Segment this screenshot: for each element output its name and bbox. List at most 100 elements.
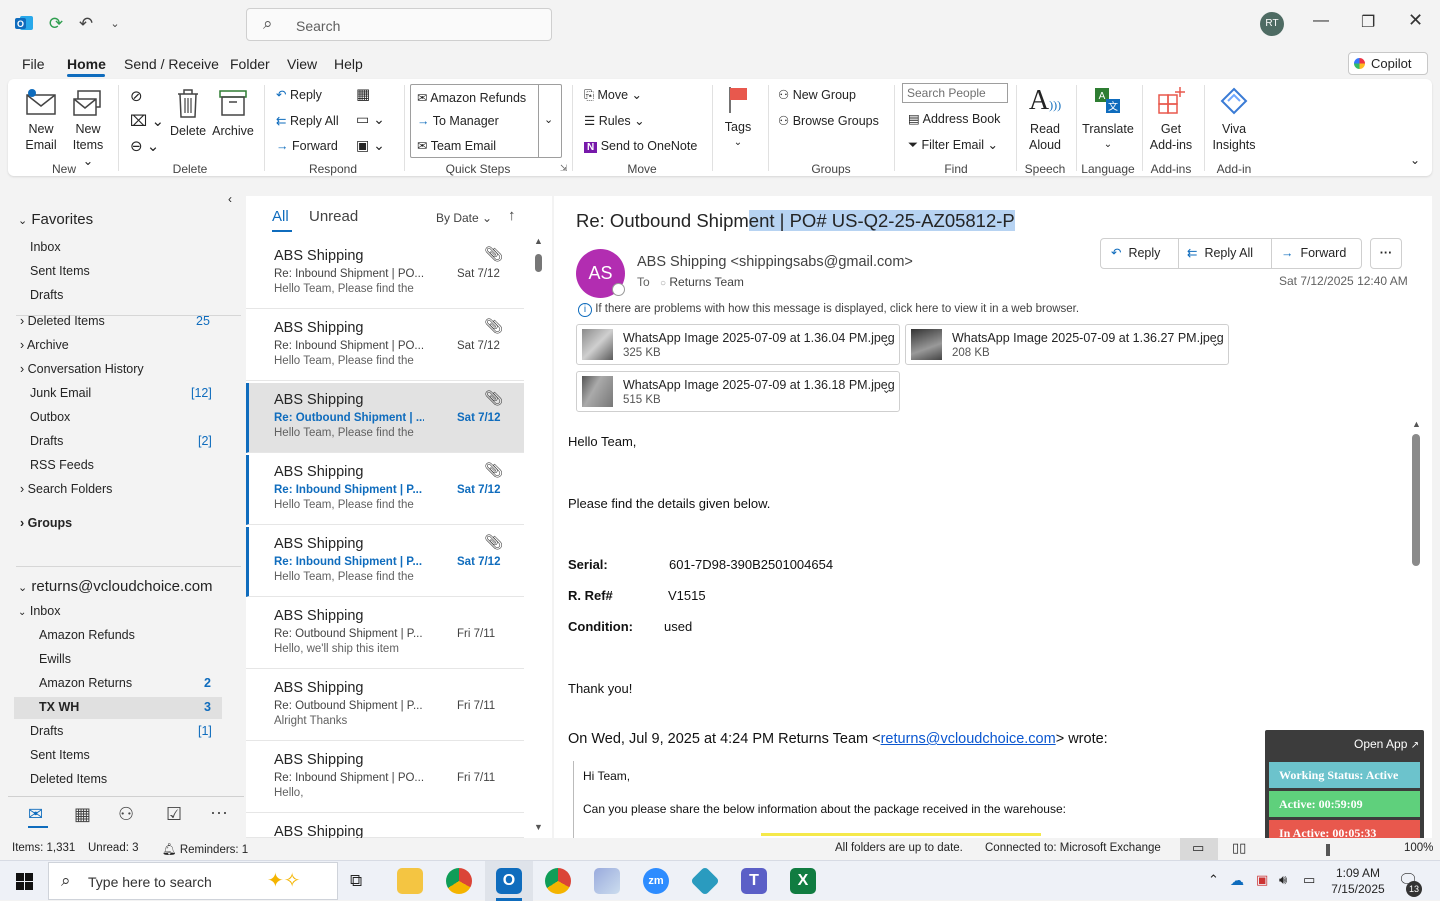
scroll-up-icon[interactable]: ▲ [534,236,543,246]
chevron-down-icon[interactable]: ⌄ [1211,336,1220,349]
scroll-up-icon[interactable]: ▲ [1412,419,1421,429]
reply-button[interactable]: ↶ Reply [276,87,322,102]
clock[interactable]: 1:09 AM 7/15/2025 [1330,866,1386,896]
zoom-slider-thumb[interactable] [1326,844,1330,856]
address-book-button[interactable]: ▤ Address Book [908,111,1000,126]
fav-drafts[interactable]: Drafts [30,288,63,302]
tasks-icon[interactable]: ☑ [166,804,182,825]
sync-icon[interactable]: ⟳ [45,13,67,35]
browse-groups-button[interactable]: ⚇ Browse Groups [778,113,879,128]
ribbon-collapse-icon[interactable]: ⌄ [1410,153,1420,167]
archive-button[interactable]: Archive [212,87,254,139]
list-item[interactable]: ABS Shipping Re: Inbound Shipment | PO...… [246,239,524,309]
list-scrollbar-thumb[interactable] [535,254,542,272]
menu-folder[interactable]: Folder [230,56,270,72]
info-bar[interactable]: i If there are problems with how this me… [578,303,1079,317]
list-item[interactable]: ABS Shipping Re: Inbound Shipment | P... H… [246,527,524,597]
search-people-input[interactable]: Search People [902,83,1008,103]
menu-view[interactable]: View [287,56,317,72]
groups-header[interactable]: › Groups [20,516,72,530]
quick-step-amazon-refunds[interactable]: ✉ Amazon Refunds [417,90,526,105]
send-to-onenote-button[interactable]: N Send to OneNote [584,139,697,153]
dialog-launcher-icon[interactable]: ⇲ [560,163,568,174]
mail-icon[interactable]: ✉ [28,804,43,825]
status-reminders[interactable]: 🔔︎ Reminders: 1 [162,842,248,856]
zoom-app-icon[interactable]: zm [643,868,669,894]
excel-icon[interactable]: X [790,868,816,894]
menu-send-receive[interactable]: Send / Receive [124,56,219,72]
move-button[interactable]: ⎘ Move ⌄ [584,87,642,103]
folder-archive[interactable]: › Archive [20,338,69,352]
folder-outbox[interactable]: Outbox [30,410,70,424]
folder-amazon-refunds[interactable]: Amazon Refunds [39,628,135,642]
recipient[interactable]: ○ Returns Team [660,275,744,289]
folder-junk-email[interactable]: Junk Email [30,386,91,400]
undo-icon[interactable]: ↶ [75,13,97,35]
list-item[interactable]: ABS Shipping Re: Outbound Shipment | ... H… [246,383,524,453]
list-item[interactable]: ABS Shipping Re: Inbound Shipment | PO...… [246,311,524,381]
menu-file[interactable]: File [22,56,45,72]
folder-amazon-returns[interactable]: Amazon Returns [39,676,132,690]
filter-email-button[interactable]: ⏷ Filter Email ⌄ [908,137,998,153]
folder-deleted-items[interactable]: › Deleted Items [20,314,105,326]
cleanup-icon[interactable]: ⌧ ⌄ [130,112,164,130]
outlook-taskbar-icon[interactable]: O [496,868,522,894]
new-items-button[interactable]: New Items ⌄ [66,87,110,169]
folder-acct-drafts[interactable]: Drafts [30,724,63,738]
rules-button[interactable]: ☰ Rules ⌄ [584,113,645,128]
minimize-icon[interactable]: — [1313,12,1329,30]
delete-button[interactable]: Delete [170,87,206,139]
folder-rss-feeds[interactable]: RSS Feeds [30,458,94,472]
file-explorer-icon[interactable] [397,868,423,894]
restore-icon[interactable]: ❐ [1361,12,1375,32]
list-item[interactable]: ABS Shipping Re: Outbound Shipment | P...… [246,671,524,741]
teams-icon[interactable]: T [741,868,767,894]
read-aloud-button[interactable]: A))) Read Aloud [1022,85,1068,153]
taskbar-search[interactable]: ⌕ Type here to search ✦✧ [48,862,338,900]
list-item[interactable]: ABS Shipping Re: Outbound Shipment | P...… [246,599,524,669]
account-avatar[interactable]: RT [1260,12,1284,36]
chevron-up-icon[interactable]: ⌃ [1208,872,1219,888]
junk-icon[interactable]: ⊖ ⌄ [130,137,159,155]
volume-icon[interactable]: 🔊︎ [1279,872,1287,888]
quote-email-link[interactable]: returns@vcloudchoice.com [881,731,1056,747]
chrome-profile-icon[interactable] [545,868,571,894]
close-icon[interactable]: ✕ [1408,10,1423,31]
reading-view-icon[interactable]: ▯▯ [1232,840,1246,856]
folder-tx-wh[interactable]: TX WH [39,700,79,714]
attachment[interactable]: WhatsApp Image 2025-07-09 at 1.36.04 PM.… [576,324,900,365]
sender-name[interactable]: ABS Shipping <shippingsabs@gmail.com> [637,254,913,270]
translate-button[interactable]: A文 Translate ⌄ [1080,85,1136,153]
list-item[interactable]: ABS Shipping Re: Inbound Shipment | P... H… [246,455,524,525]
more-actions-icon[interactable]: ··· [1370,238,1402,269]
customize-toolbar-icon[interactable]: ⌄ [104,13,126,35]
filter-unread-tab[interactable]: Unread [309,208,358,225]
collapse-pane-icon[interactable]: ‹ [228,192,232,206]
task-view-icon[interactable]: ⧉ [350,871,362,891]
filter-all-tab[interactable]: All [272,208,289,225]
quick-step-to-manager[interactable]: → To Manager [417,114,499,128]
app-icon[interactable] [690,866,720,896]
network-icon[interactable]: ▭ [1303,872,1315,888]
folder-ewills[interactable]: Ewills [39,652,71,666]
favorites-header[interactable]: ⌄ Favorites [18,211,93,228]
copilot-button[interactable]: Copilot ⌄ [1348,52,1428,92]
new-group-button[interactable]: ⚇ New Group [778,87,856,102]
folder-conversation-history[interactable]: › Conversation History [20,362,144,376]
message-reply-all-button[interactable]: ⇇ Reply All [1187,239,1253,268]
fav-inbox[interactable]: Inbox [30,240,61,254]
sort-direction-icon[interactable]: ↑ [508,207,516,224]
chrome-icon[interactable] [446,868,472,894]
app-icon[interactable] [594,868,620,894]
chevron-down-icon[interactable]: ⌄ [882,383,891,396]
folder-search-folders[interactable]: › Search Folders [20,482,112,496]
get-addins-button[interactable]: Get Add-ins [1148,85,1194,153]
sort-by-date[interactable]: By Date ⌄ [436,211,492,225]
normal-view-icon[interactable]: ▭ [1192,840,1204,856]
new-email-button[interactable]: New Email [22,87,60,153]
folder-drafts[interactable]: Drafts [30,434,63,448]
folder-acct-sent[interactable]: Sent Items [30,748,90,762]
zoom-level[interactable]: 100% [1404,842,1433,854]
more-apps-icon[interactable]: ··· [210,802,228,823]
people-icon[interactable]: ⚇ [118,804,134,825]
